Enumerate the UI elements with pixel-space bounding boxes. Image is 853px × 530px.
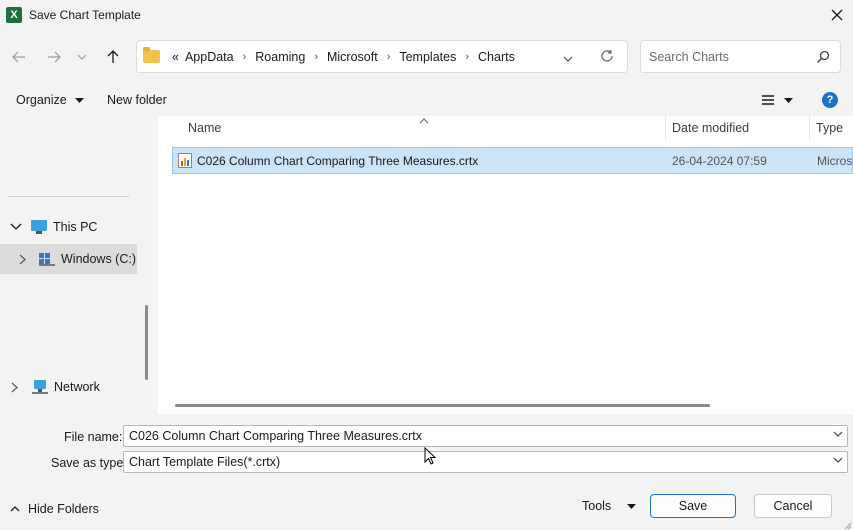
nav-scrollbar[interactable] — [145, 305, 148, 380]
help-icon[interactable]: ? — [822, 92, 838, 108]
breadcrumb: « AppData › Roaming › Microsoft › Templa… — [137, 41, 518, 72]
refresh-button[interactable] — [600, 49, 614, 66]
organize-label: Organize — [16, 93, 67, 107]
file-name-cell: C026 Column Chart Comparing Three Measur… — [197, 154, 479, 168]
chevron-up-icon — [10, 506, 20, 512]
hide-folders-button[interactable]: Hide Folders — [10, 502, 99, 516]
save-as-type-value: Chart Template Files(*.crtx) — [129, 455, 281, 469]
caret-down-icon — [75, 98, 85, 104]
sidebar-item-label: This PC — [53, 220, 98, 234]
arrow-right-icon — [48, 51, 61, 63]
command-bar: Organize New folder — [0, 86, 853, 114]
breadcrumb-roaming[interactable]: Roaming — [252, 50, 308, 64]
title-bar: X Save Chart Template — [0, 0, 853, 30]
chevron-down-icon[interactable] — [833, 457, 843, 463]
column-divider[interactable] — [665, 116, 666, 140]
breadcrumb-templates[interactable]: Templates — [396, 50, 459, 64]
file-name-label: File name: — [64, 430, 123, 444]
refresh-icon — [601, 50, 613, 62]
tools-label: Tools — [582, 499, 612, 513]
file-list: Name Date modified Type C026 Column Char… — [158, 116, 853, 414]
list-view-icon — [762, 95, 793, 105]
cancel-button[interactable]: Cancel — [754, 494, 832, 518]
file-name-value: C026 Column Chart Comparing Three Measur… — [129, 429, 422, 443]
chevron-right-icon[interactable]: › — [381, 51, 397, 63]
save-button[interactable]: Save — [650, 494, 736, 518]
window-title: Save Chart Template — [29, 8, 141, 22]
chevron-down-icon[interactable] — [833, 431, 843, 437]
file-row[interactable]: C026 Column Chart Comparing Three Measur… — [172, 147, 853, 174]
chart-template-file-icon — [178, 153, 192, 168]
chevron-right-icon — [11, 382, 18, 392]
view-options-button[interactable] — [762, 94, 796, 109]
arrow-up-icon — [107, 50, 119, 63]
sidebar-item-this-pc[interactable]: This PC — [0, 212, 137, 242]
back-button[interactable] — [6, 44, 32, 70]
sort-ascending-icon — [419, 113, 429, 127]
forward-button[interactable] — [41, 44, 67, 70]
address-history-button[interactable] — [563, 51, 573, 65]
chevron-down-icon — [10, 223, 22, 230]
chevron-right-icon — [19, 254, 26, 264]
chevron-right-icon[interactable]: › — [237, 51, 253, 63]
caret-down-icon — [627, 503, 637, 509]
save-as-type-select[interactable]: Chart Template Files(*.crtx) — [123, 451, 848, 473]
chevron-right-icon[interactable]: › — [308, 51, 324, 63]
chevron-down-icon — [77, 54, 87, 60]
nav-divider — [8, 196, 129, 197]
search-box[interactable]: Search Charts — [640, 40, 841, 73]
chevron-down-icon — [563, 56, 573, 62]
type-cell: Micros — [817, 154, 853, 168]
sidebar-item-windows-c[interactable]: Windows (C:) — [0, 244, 137, 274]
date-modified-cell: 26-04-2024 07:59 — [672, 154, 767, 168]
breadcrumb-overflow[interactable]: « — [169, 50, 182, 64]
chevron-right-icon[interactable]: › — [459, 51, 475, 63]
horizontal-scrollbar[interactable] — [175, 404, 710, 407]
close-button[interactable] — [822, 2, 852, 28]
save-as-type-label: Save as type: — [51, 456, 127, 470]
search-icon[interactable] — [816, 50, 830, 67]
organize-button[interactable]: Organize — [16, 93, 85, 107]
close-icon — [831, 9, 843, 21]
column-header-name[interactable]: Name — [188, 121, 221, 135]
network-icon — [32, 380, 48, 394]
sidebar-item-network[interactable]: Network — [0, 372, 137, 402]
computer-icon — [31, 220, 47, 234]
navigation-pane: This PC Windows (C:) Network — [0, 116, 150, 412]
excel-app-icon: X — [6, 7, 22, 23]
breadcrumb-microsoft[interactable]: Microsoft — [324, 50, 381, 64]
sidebar-item-label: Windows (C:) — [61, 252, 137, 266]
up-button[interactable] — [100, 44, 126, 70]
breadcrumb-charts[interactable]: Charts — [475, 50, 518, 64]
address-bar[interactable]: « AppData › Roaming › Microsoft › Templa… — [136, 40, 628, 73]
tools-button[interactable]: Tools — [582, 499, 637, 513]
hide-folders-label: Hide Folders — [28, 502, 99, 516]
column-divider[interactable] — [809, 116, 810, 140]
mouse-cursor-icon — [424, 446, 437, 468]
arrow-left-icon — [12, 51, 25, 63]
sidebar-item-label: Network — [54, 380, 100, 394]
search-input[interactable]: Search Charts — [649, 50, 729, 64]
recent-locations-button[interactable] — [69, 44, 95, 70]
folder-icon — [143, 47, 160, 63]
file-name-field[interactable]: C026 Column Chart Comparing Three Measur… — [123, 425, 848, 447]
drive-icon — [39, 253, 55, 266]
resize-grip-icon[interactable] — [842, 519, 852, 530]
breadcrumb-appdata[interactable]: AppData — [182, 50, 237, 64]
new-folder-button[interactable]: New folder — [107, 93, 167, 107]
column-header-date[interactable]: Date modified — [672, 121, 749, 135]
column-header-type[interactable]: Type — [816, 121, 843, 135]
